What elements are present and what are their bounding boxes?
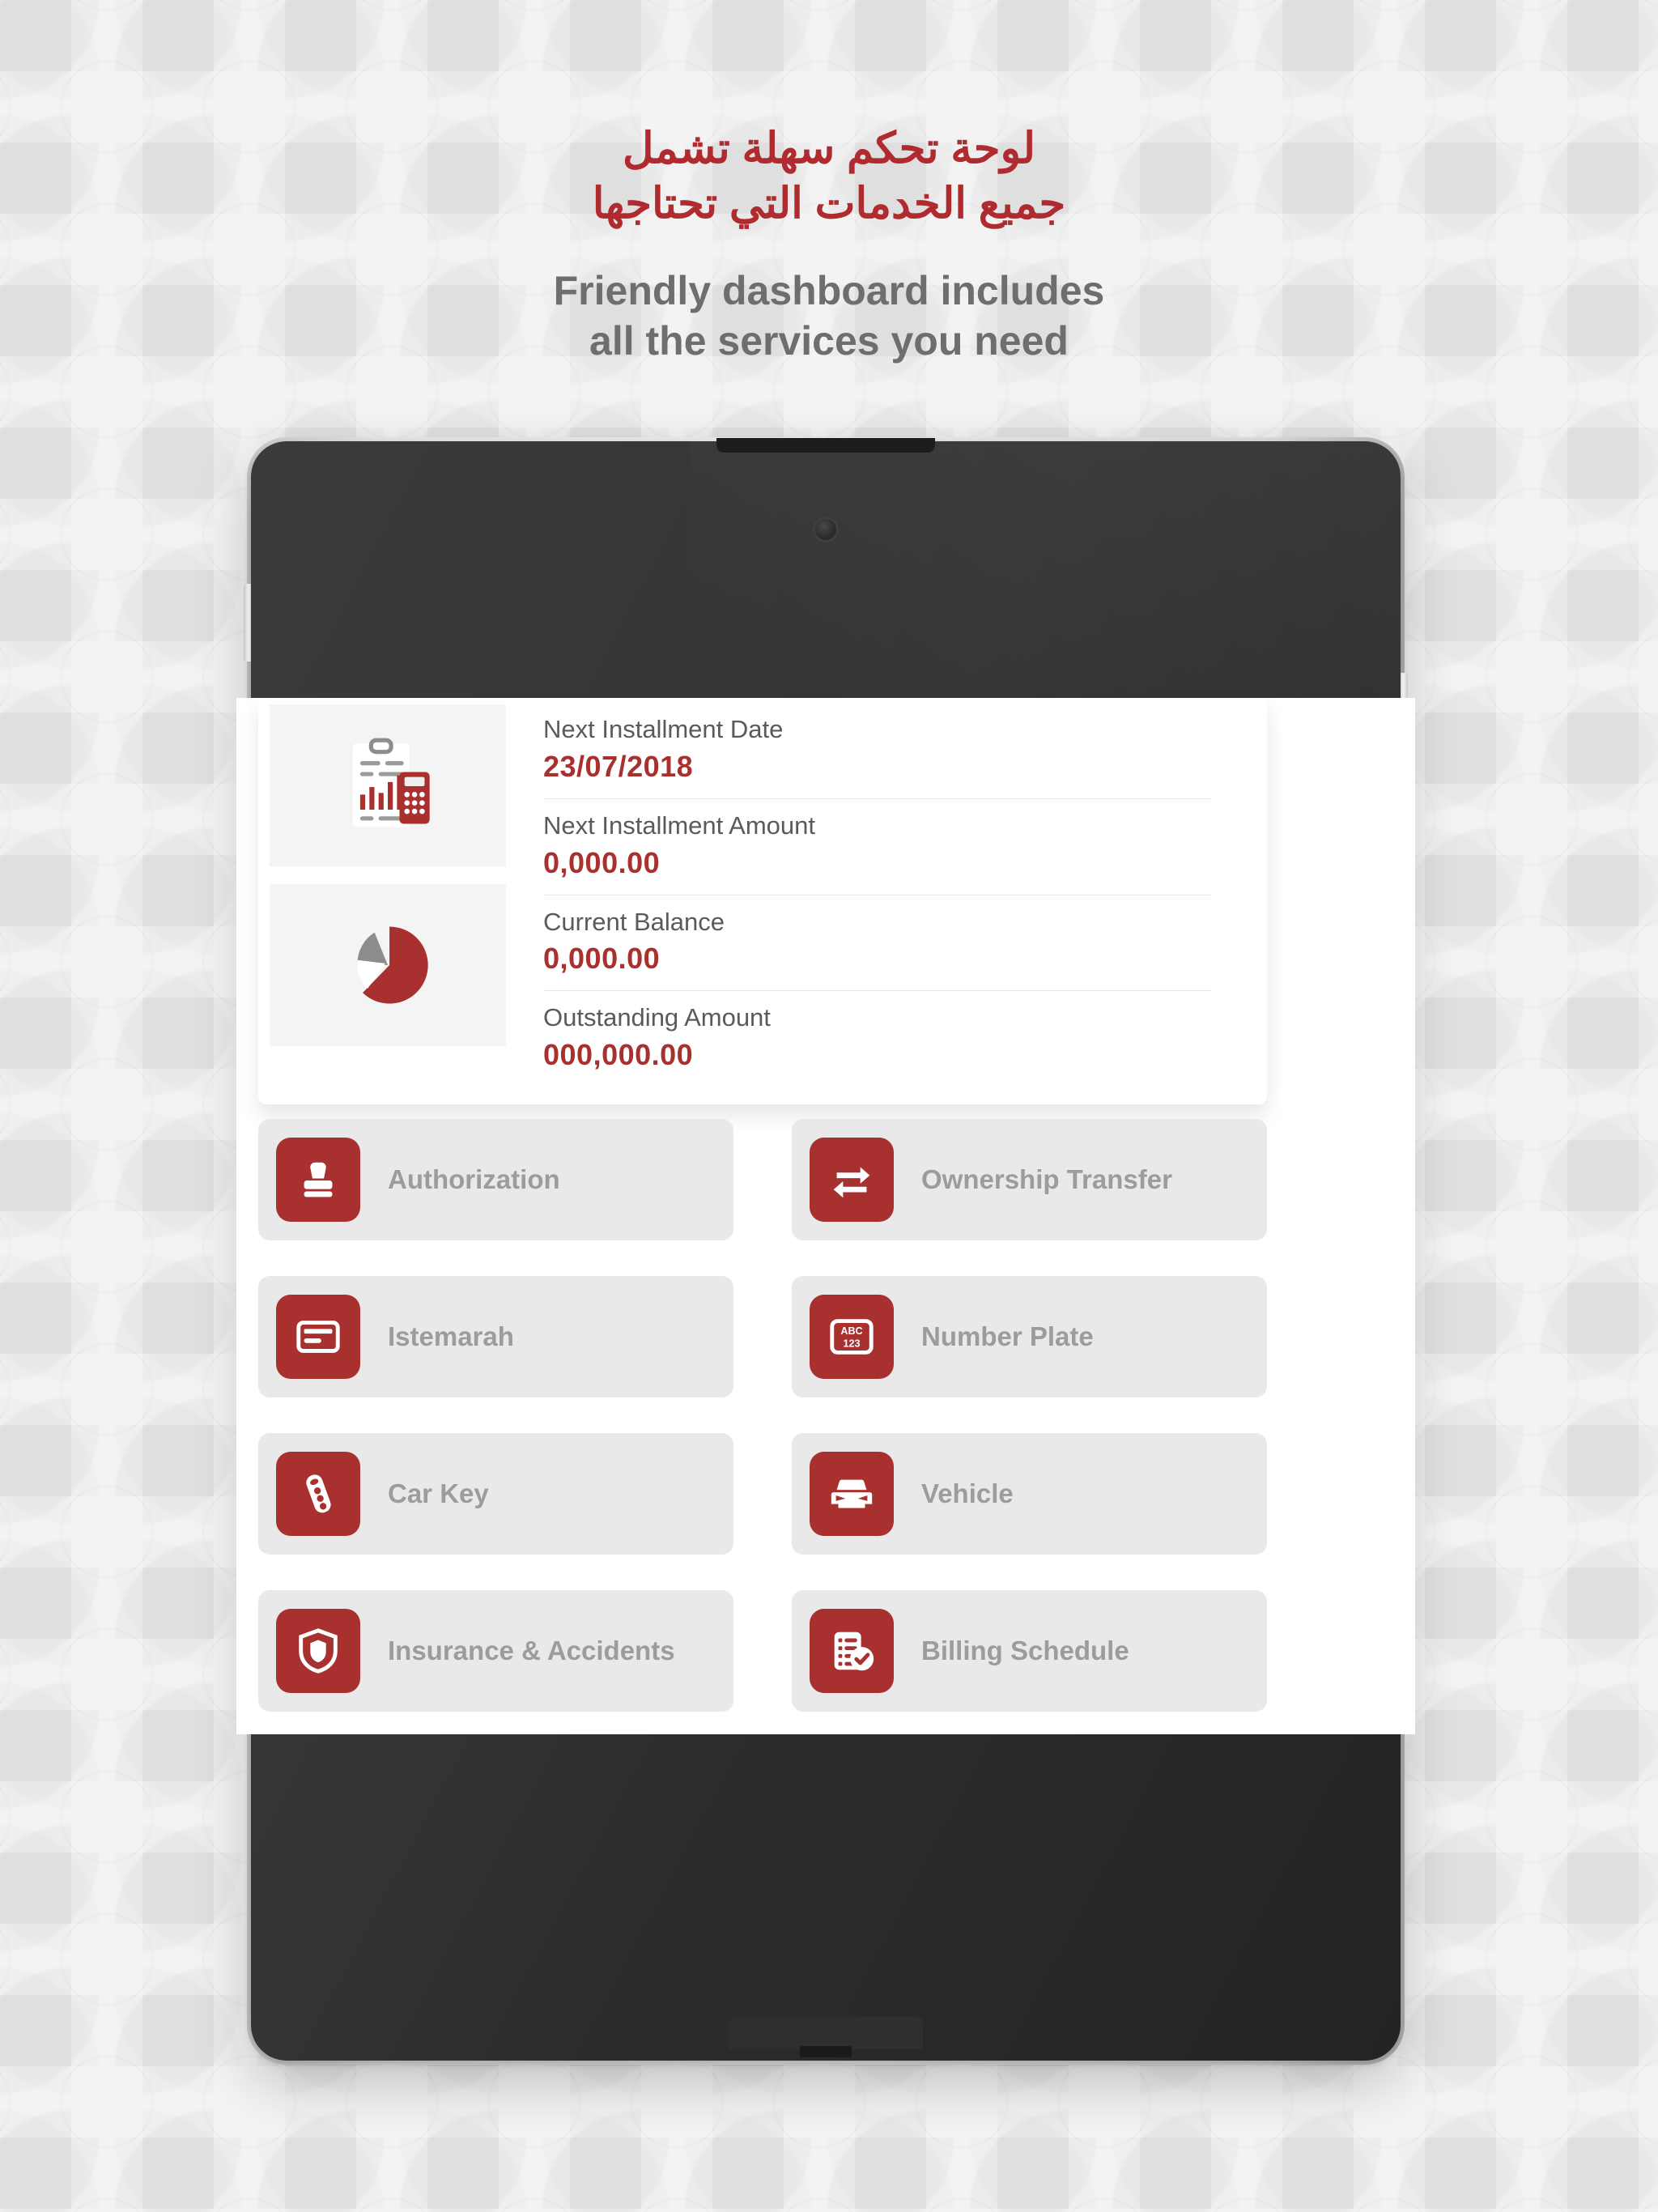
report-calculator-tile xyxy=(270,704,506,866)
summary-icon-column xyxy=(258,698,506,1087)
stamp-icon xyxy=(276,1138,360,1222)
service-label: Car Key xyxy=(388,1478,489,1509)
service-label: Authorization xyxy=(388,1164,560,1195)
port-connector xyxy=(800,2046,852,2057)
service-insurance-accidents[interactable]: Insurance & Accidents xyxy=(258,1590,733,1712)
pie-chart-icon xyxy=(357,926,428,1004)
summary-row-value: 0,000.00 xyxy=(543,942,661,976)
service-number-plate[interactable]: ABC 123 Number Plate xyxy=(792,1276,1267,1397)
service-billing-schedule[interactable]: Billing Schedule xyxy=(792,1590,1267,1712)
earpiece-speaker xyxy=(716,438,935,453)
services-grid: Authorization Ownership Transfer Istemar… xyxy=(258,1119,1267,1734)
tablet-device: Next Installment Date 23/07/2018 Next In… xyxy=(236,437,1415,2065)
summary-row: Current Balance 0,000.00 xyxy=(543,894,1212,991)
report-calculator-icon xyxy=(352,738,430,827)
service-vehicle[interactable]: Vehicle xyxy=(792,1433,1267,1555)
number-plate-icon: ABC 123 xyxy=(810,1295,894,1379)
front-camera-icon xyxy=(815,519,836,540)
svg-text:123: 123 xyxy=(844,1338,861,1350)
title-english-line-2: all the services you need xyxy=(589,317,1069,364)
summary-row-label: Outstanding Amount xyxy=(543,1003,771,1032)
title-arabic-line-2: جميع الخدمات التي تحتاجها xyxy=(592,179,1066,228)
car-icon xyxy=(810,1452,894,1536)
id-card-icon xyxy=(276,1295,360,1379)
pie-chart-tile xyxy=(270,884,506,1046)
service-label: Ownership Transfer xyxy=(921,1164,1172,1195)
service-label: Vehicle xyxy=(921,1478,1014,1509)
billing-checklist-icon xyxy=(810,1609,894,1693)
service-label: Istemarah xyxy=(388,1321,514,1352)
service-authorization[interactable]: Authorization xyxy=(258,1119,733,1240)
car-key-icon xyxy=(276,1452,360,1536)
service-car-key[interactable]: Car Key xyxy=(258,1433,733,1555)
service-label: Number Plate xyxy=(921,1321,1094,1352)
summary-row-value: 23/07/2018 xyxy=(543,749,694,783)
summary-row-label: Next Installment Date xyxy=(543,715,784,743)
summary-row: Outstanding Amount 000,000.00 xyxy=(543,990,1212,1087)
shield-icon xyxy=(276,1609,360,1693)
summary-rows: Next Installment Date 23/07/2018 Next In… xyxy=(501,698,1267,1087)
service-ownership-transfer[interactable]: Ownership Transfer xyxy=(792,1119,1267,1240)
side-tray xyxy=(244,584,251,661)
summary-row: Next Installment Amount 0,000.00 xyxy=(543,798,1212,895)
transfer-arrows-icon xyxy=(810,1138,894,1222)
title-english-line-1: Friendly dashboard includes xyxy=(553,267,1105,313)
summary-row-label: Next Installment Amount xyxy=(543,810,815,840)
service-istemarah[interactable]: Istemarah xyxy=(258,1276,733,1397)
tablet-screen: Next Installment Date 23/07/2018 Next In… xyxy=(236,698,1415,1734)
home-button-area[interactable] xyxy=(729,2017,923,2057)
summary-row-value: 0,000.00 xyxy=(543,845,661,879)
title-arabic: لوحة تحكم سهلة تشمل جميع الخدمات التي تح… xyxy=(0,121,1658,232)
title-english: Friendly dashboard includes all the serv… xyxy=(0,266,1658,366)
service-label: Billing Schedule xyxy=(921,1636,1129,1666)
svg-text:ABC: ABC xyxy=(840,1325,862,1337)
promo-heading: لوحة تحكم سهلة تشمل جميع الخدمات التي تح… xyxy=(0,121,1658,366)
account-summary-card: Next Installment Date 23/07/2018 Next In… xyxy=(258,698,1267,1104)
summary-row-value: 000,000.00 xyxy=(543,1038,694,1071)
summary-row-label: Current Balance xyxy=(543,907,725,936)
title-arabic-line-1: لوحة تحكم سهلة تشمل xyxy=(623,125,1035,172)
service-label: Insurance & Accidents xyxy=(388,1636,675,1666)
summary-row: Next Installment Date 23/07/2018 xyxy=(543,703,1212,798)
